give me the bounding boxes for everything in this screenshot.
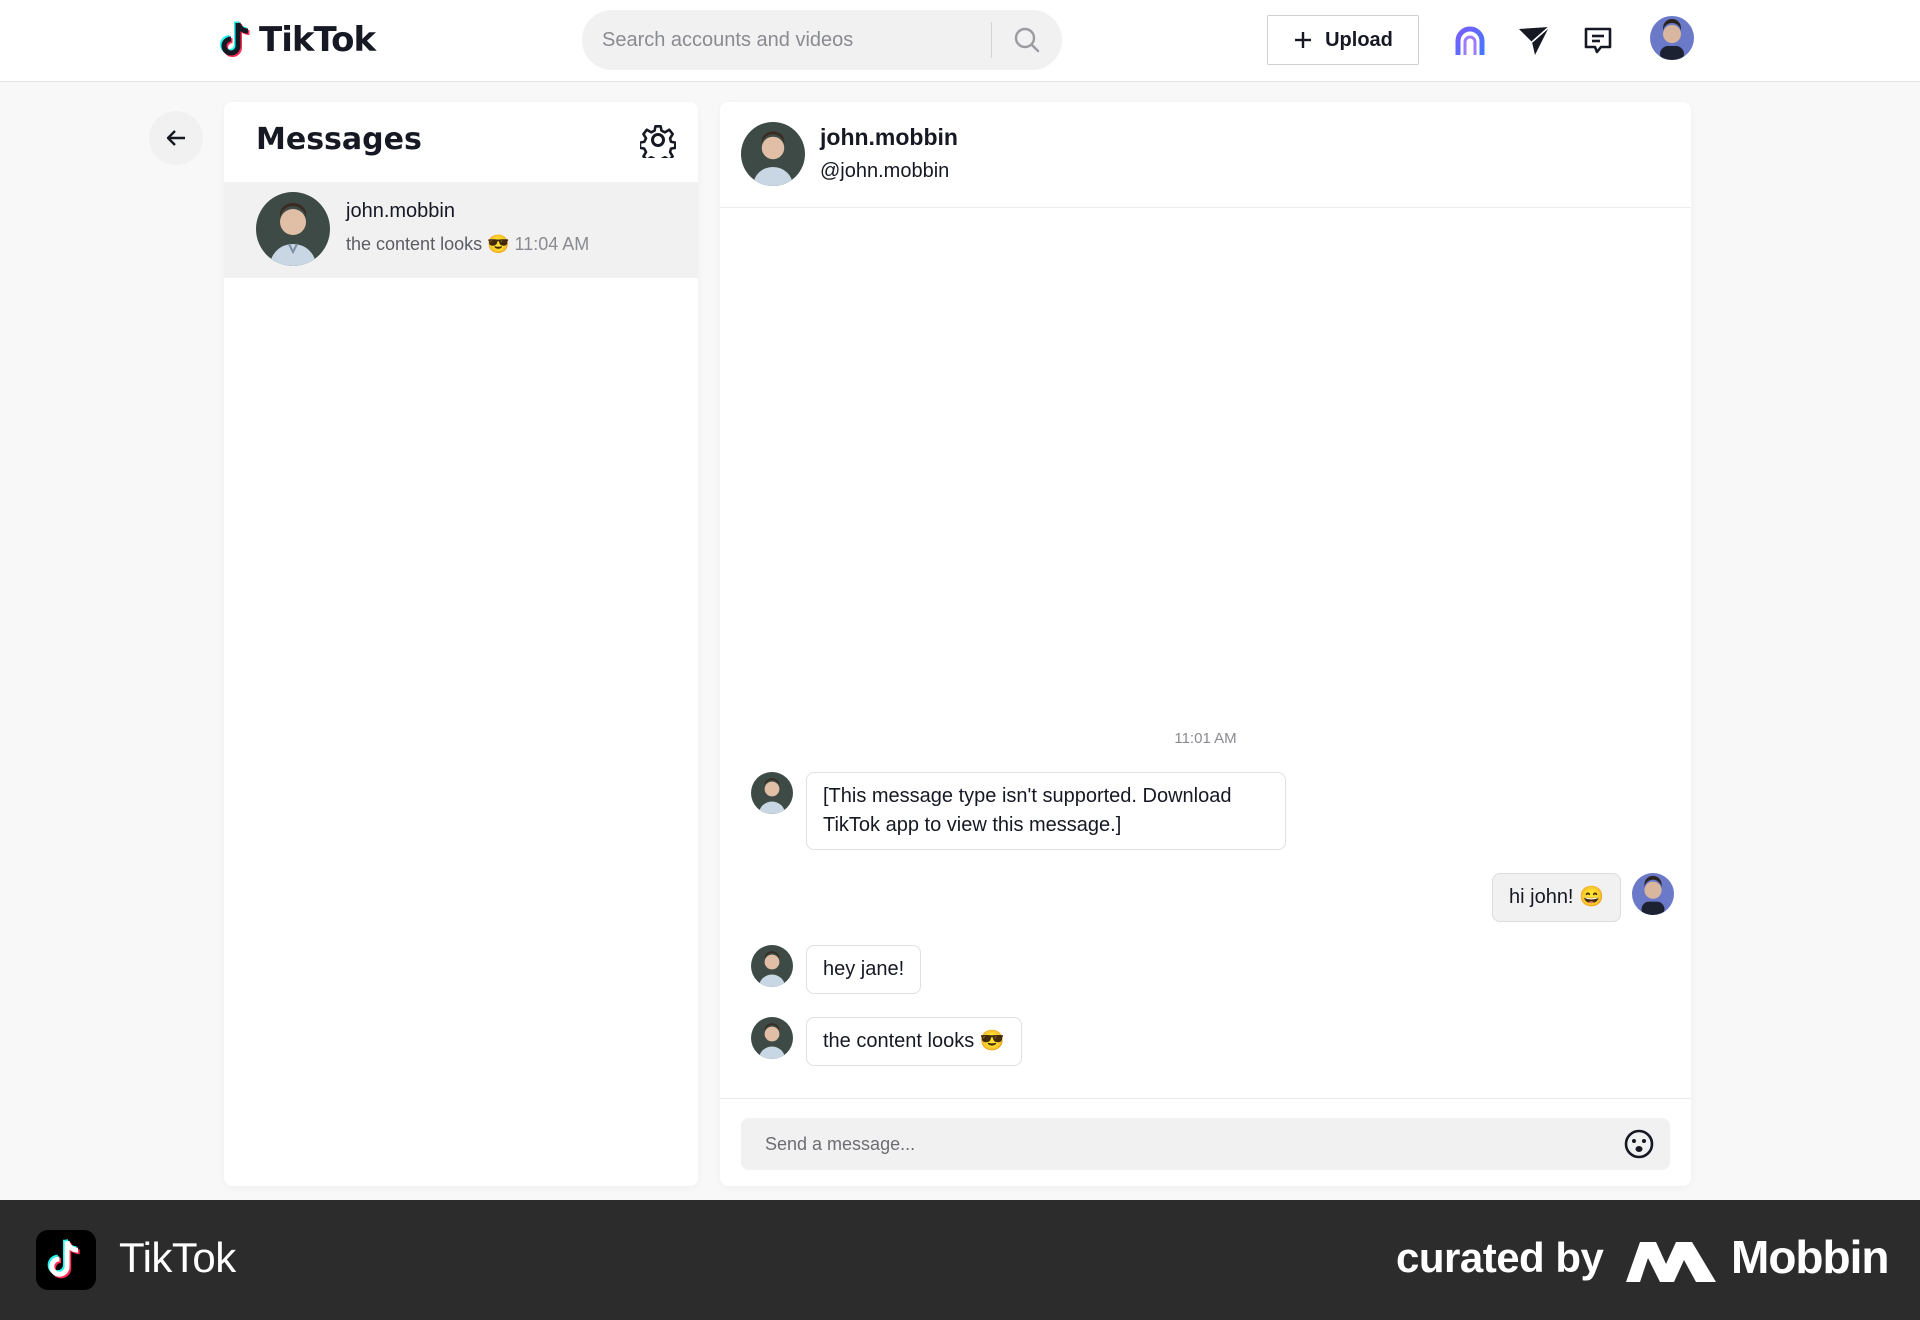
message-bubble-sent: hi john! 😄 <box>1492 873 1621 922</box>
conversation-time: 11:04 AM <box>514 234 590 254</box>
tiktok-app-icon <box>36 1230 96 1290</box>
emoji-icon <box>1624 1129 1654 1159</box>
messages-button[interactable] <box>1512 19 1556 63</box>
tiktok-note-icon <box>220 20 250 57</box>
inbox-icon <box>1584 27 1612 54</box>
message-bubble-received: the content looks 😎 <box>806 1017 1022 1066</box>
back-button[interactable] <box>149 111 203 165</box>
creator-tools-button[interactable] <box>1448 19 1492 63</box>
avatar <box>1650 16 1694 60</box>
arrow-left-icon <box>166 130 185 146</box>
send-icon <box>1519 26 1550 55</box>
message-bubble-received: [This message type isn't supported. Down… <box>806 772 1286 850</box>
emoji-button[interactable] <box>1621 1126 1657 1162</box>
top-navbar: TikTok Upload <box>0 0 1920 82</box>
chat-header: john.mobbin @john.mobbin <box>720 102 1691 208</box>
profile-avatar-button[interactable] <box>1650 16 1694 60</box>
composer-divider <box>720 1098 1691 1099</box>
conversation-list-panel: Messages john.mobbin the content looks 😎… <box>224 102 698 1186</box>
contact-avatar[interactable] <box>751 772 793 814</box>
settings-button[interactable] <box>636 118 680 162</box>
message-composer <box>741 1118 1670 1170</box>
conversation-item[interactable]: john.mobbin the content looks 😎 11:04 AM <box>224 182 698 278</box>
contact-avatar <box>256 192 330 266</box>
brand-name: TikTok <box>259 20 376 60</box>
page-title: Messages <box>256 122 422 157</box>
message-bubble-received: hey jane! <box>806 945 922 994</box>
my-avatar[interactable] <box>1632 873 1674 915</box>
contact-avatar[interactable] <box>751 1017 793 1059</box>
conversation-last-message: the content looks 😎 <box>346 234 510 254</box>
gear-icon <box>640 125 676 158</box>
contact-avatar[interactable] <box>741 122 805 186</box>
upload-label: Upload <box>1325 28 1393 51</box>
tiktok-note-icon <box>47 1239 80 1279</box>
footer-banner: TikTok curated by Mobbin <box>0 1200 1920 1320</box>
curated-by-label: curated by <box>1396 1234 1604 1281</box>
tiktok-logo[interactable]: TikTok <box>219 18 376 62</box>
chat-panel: john.mobbin @john.mobbin 11:01 AM [This … <box>720 102 1691 1186</box>
upload-button[interactable]: Upload <box>1267 15 1419 65</box>
chat-contact-name[interactable]: john.mobbin <box>820 124 958 151</box>
message-timestamp: 11:01 AM <box>1174 730 1237 747</box>
search-button[interactable] <box>992 10 1062 70</box>
search-bar <box>582 10 1062 70</box>
chat-contact-handle: @john.mobbin <box>820 160 950 182</box>
footer-app-name: TikTok <box>119 1234 236 1281</box>
message-input[interactable] <box>765 1118 1585 1170</box>
contact-avatar[interactable] <box>751 945 793 987</box>
conversation-preview: the content looks 😎 11:04 AM <box>346 234 589 255</box>
search-input[interactable] <box>602 10 1002 70</box>
mobbin-logo-icon <box>1626 1242 1716 1282</box>
plus-icon <box>1295 32 1312 48</box>
inbox-button[interactable] <box>1576 19 1620 63</box>
creator-tools-icon <box>1455 26 1485 55</box>
mobbin-brand-name: Mobbin <box>1731 1231 1889 1283</box>
conversation-name: john.mobbin <box>346 200 455 222</box>
search-icon <box>1014 27 1040 53</box>
